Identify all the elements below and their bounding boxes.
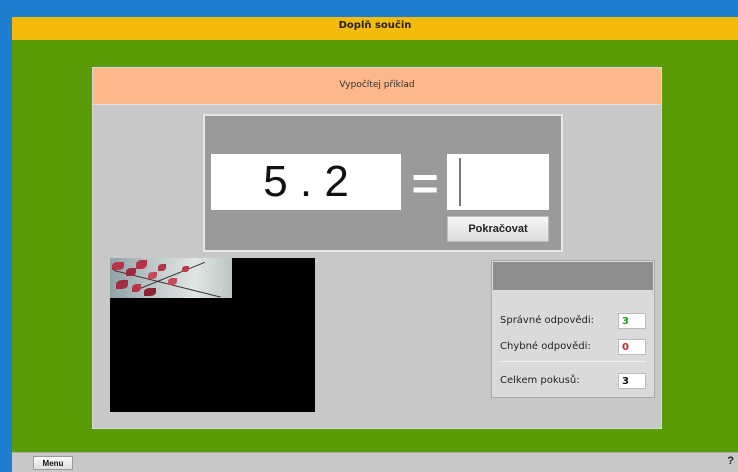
title-bar: Doplň součin (12, 14, 738, 43)
leaf (136, 260, 147, 269)
leaf (168, 278, 177, 285)
problem-expression: 5 . 2 (211, 154, 401, 210)
app-title: Doplň součin (338, 20, 412, 31)
correct-answers-value: 3 (618, 313, 646, 329)
score-panel: Správné odpovědi: 3 Chybné odpovědi: 0 C… (491, 260, 655, 398)
score-panel-header (493, 262, 653, 290)
leaf (144, 288, 156, 296)
correct-answers-label: Správné odpovědi: (500, 315, 595, 326)
score-divider (500, 361, 646, 362)
correct-answers-row: Správné odpovědi: 3 (500, 313, 646, 331)
work-area: Vypočítej příklad 5 . 2 = Pokračovat Spr… (12, 40, 738, 452)
wrong-answers-value: 0 (618, 339, 646, 355)
leaf (112, 262, 124, 270)
leaf (116, 280, 128, 289)
answer-input[interactable] (447, 154, 549, 210)
revealed-picture-tile (110, 258, 232, 298)
panel-title: Vypočítej příklad (339, 80, 415, 90)
problem-box: 5 . 2 = Pokračovat (203, 114, 563, 252)
help-icon[interactable]: ? (727, 455, 734, 467)
leaf (182, 266, 189, 272)
panel-header: Vypočítej příklad (93, 68, 661, 105)
total-attempts-row: Celkem pokusů: 3 (500, 373, 646, 391)
equals-sign: = (411, 157, 439, 209)
continue-button[interactable]: Pokračovat (447, 216, 549, 242)
leaf (132, 284, 141, 292)
wrong-answers-row: Chybné odpovědi: 0 (500, 339, 646, 357)
menu-button[interactable]: Menu (33, 456, 73, 470)
hidden-picture (110, 258, 315, 412)
wrong-answers-label: Chybné odpovědi: (500, 341, 591, 352)
total-attempts-label: Celkem pokusů: (500, 375, 580, 386)
bottom-bar: Menu ? (12, 452, 738, 472)
text-cursor (459, 158, 461, 206)
exercise-panel: Vypočítej příklad 5 . 2 = Pokračovat Spr… (92, 67, 662, 429)
leaf (126, 268, 136, 276)
total-attempts-value: 3 (618, 373, 646, 389)
leaf (148, 272, 157, 279)
leaf (158, 264, 166, 271)
